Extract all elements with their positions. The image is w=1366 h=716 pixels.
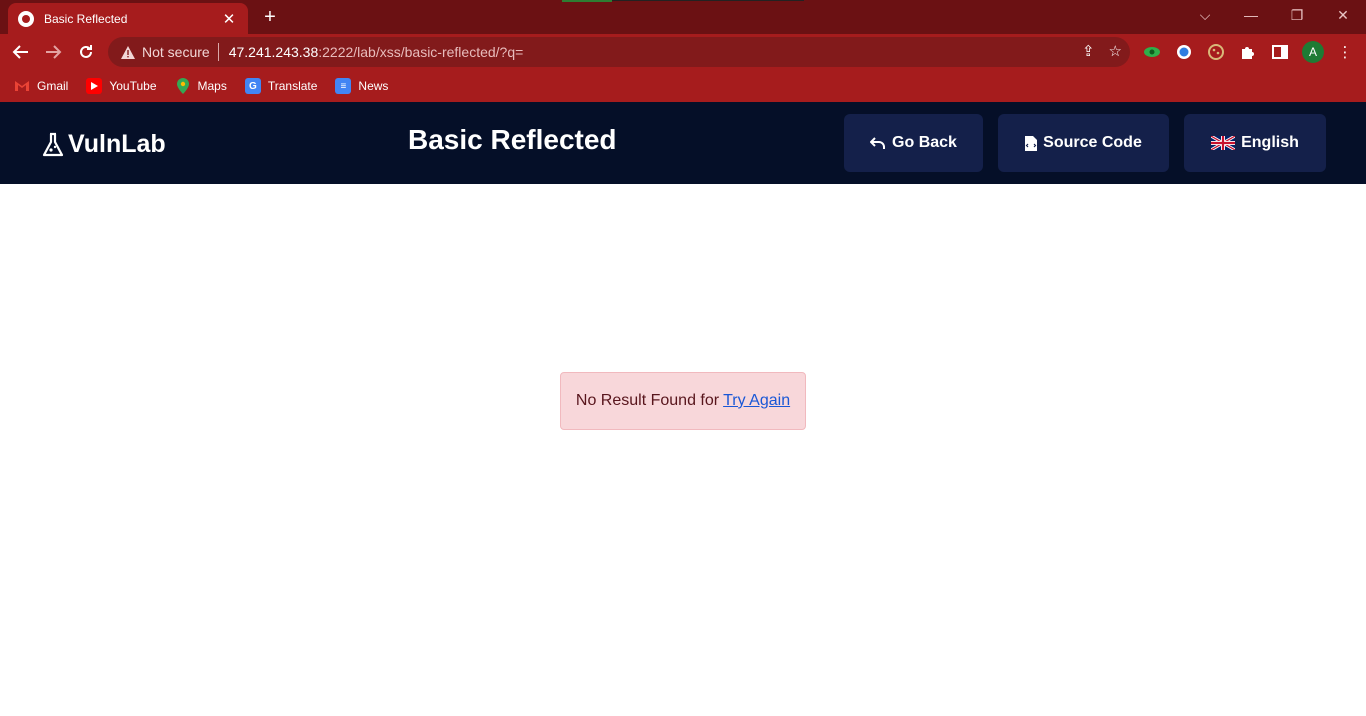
- browser-titlebar: Basic Reflected ✕ + ⌵ — ❐ ✕: [0, 0, 1366, 34]
- bookmark-label: YouTube: [109, 79, 157, 93]
- source-code-label: Source Code: [1043, 134, 1142, 151]
- bookmark-news[interactable]: ≡ News: [335, 78, 388, 94]
- restore-button[interactable]: ❐: [1274, 0, 1320, 30]
- alert-message: No Result Found for: [575, 392, 720, 409]
- browser-menu-icon[interactable]: ⋮: [1334, 41, 1356, 63]
- bookmark-label: News: [358, 79, 389, 93]
- extensions-puzzle-icon[interactable]: [1237, 41, 1259, 63]
- site-header: VulnLab Basic Reflected Go Back Source C…: [0, 102, 1366, 184]
- bookmark-label: Translate: [267, 79, 318, 93]
- extension-eye-icon[interactable]: [1141, 41, 1163, 63]
- maps-icon: [175, 78, 191, 94]
- browser-toolbar: Not secure 47.241.243.38 :2222/lab/xss/b…: [0, 34, 1366, 70]
- extension-circle-icon[interactable]: [1173, 41, 1195, 63]
- window-accent-strip: [562, 0, 612, 2]
- close-tab-icon[interactable]: ✕: [220, 10, 238, 28]
- back-arrow-icon[interactable]: [8, 39, 34, 65]
- go-back-label: Go Back: [892, 134, 957, 151]
- bookmark-gmail[interactable]: Gmail: [14, 78, 68, 94]
- reload-icon[interactable]: [73, 39, 99, 65]
- bookmark-label: Maps: [197, 79, 227, 93]
- no-result-alert: No Result Found for Try Again: [560, 372, 806, 430]
- undo-arrow-icon: [870, 137, 886, 149]
- page-title: Basic Reflected: [408, 124, 617, 155]
- translate-icon: G: [244, 78, 261, 94]
- side-panel-icon[interactable]: [1269, 41, 1291, 63]
- url-path: :2222/lab/xss/basic-reflected/?q=: [318, 44, 524, 60]
- forward-arrow-icon[interactable]: [40, 39, 66, 65]
- flask-icon: [42, 132, 64, 156]
- warning-triangle-icon[interactable]: [120, 44, 136, 60]
- extension-cookie-icon[interactable]: [1205, 41, 1227, 63]
- file-code-icon: [1025, 135, 1038, 151]
- go-back-button[interactable]: Go Back: [844, 114, 983, 172]
- share-icon[interactable]: ⇪: [1082, 42, 1095, 60]
- new-tab-button[interactable]: +: [258, 5, 282, 29]
- brand-name: VulnLab: [68, 130, 166, 158]
- address-separator: [217, 43, 219, 61]
- try-again-link[interactable]: Try Again: [723, 392, 790, 410]
- bookmark-label: Gmail: [37, 79, 69, 93]
- profile-avatar[interactable]: A: [1302, 41, 1324, 63]
- youtube-icon: [86, 78, 103, 94]
- bookmarks-bar: Gmail YouTube Maps G Translate ≡ News: [0, 70, 1366, 102]
- window-accent-strip-dark: [612, 0, 804, 1]
- tab-search-chevron-icon[interactable]: ⌵: [1182, 0, 1228, 30]
- source-code-button[interactable]: Source Code: [998, 114, 1169, 172]
- security-label[interactable]: Not secure: [142, 44, 210, 60]
- minimize-button[interactable]: —: [1228, 0, 1274, 30]
- bookmark-youtube[interactable]: YouTube: [86, 78, 157, 94]
- globe-icon: [18, 10, 34, 27]
- uk-flag-icon: [1211, 136, 1236, 150]
- address-bar[interactable]: Not secure 47.241.243.38 :2222/lab/xss/b…: [108, 37, 1130, 67]
- news-icon: ≡: [335, 78, 352, 94]
- bookmark-translate[interactable]: G Translate: [244, 78, 318, 94]
- bookmark-maps[interactable]: Maps: [175, 78, 227, 94]
- site-logo[interactable]: VulnLab: [42, 130, 166, 159]
- tab-title: Basic Reflected: [44, 11, 128, 26]
- url-host: 47.241.243.38: [228, 44, 319, 60]
- bookmark-star-icon[interactable]: ☆: [1109, 42, 1122, 60]
- gmail-icon: [14, 78, 30, 94]
- language-label: English: [1241, 134, 1299, 151]
- language-button[interactable]: English: [1184, 114, 1326, 172]
- browser-tab-active[interactable]: Basic Reflected ✕: [8, 3, 248, 34]
- close-window-button[interactable]: ✕: [1320, 0, 1366, 30]
